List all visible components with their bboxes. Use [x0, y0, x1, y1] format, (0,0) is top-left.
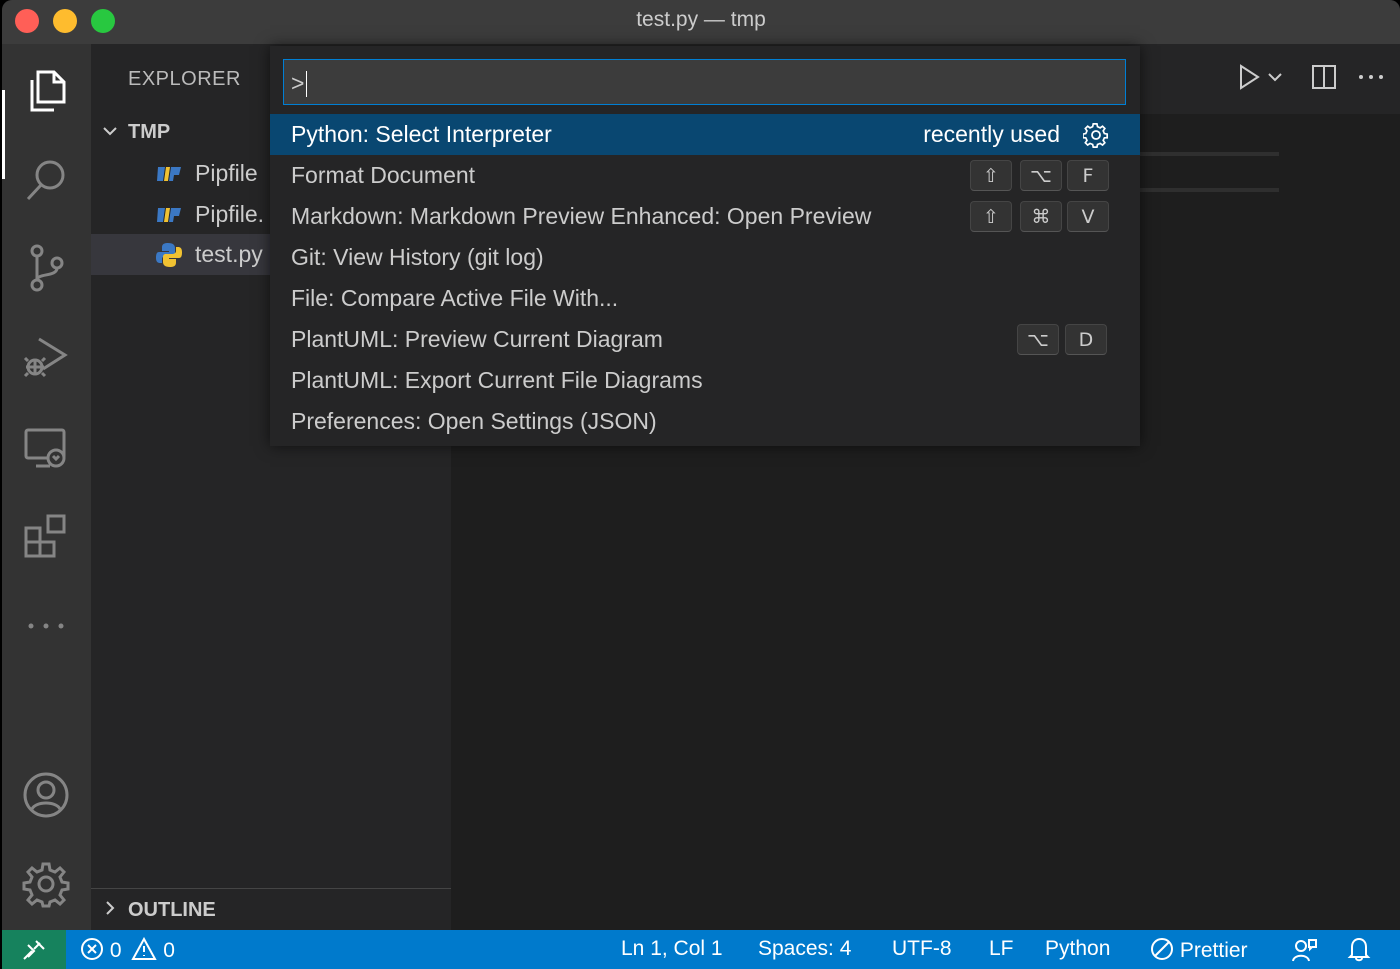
command-label: File: Compare Active File With...	[291, 285, 619, 311]
remote-explorer-icon[interactable]	[18, 420, 74, 476]
command-label: Python: Select Interpreter	[291, 121, 552, 147]
extensions-icon[interactable]	[18, 508, 74, 564]
language-mode[interactable]: Python	[1045, 937, 1110, 961]
outline-label: OUTLINE	[128, 899, 216, 921]
warning-icon	[131, 936, 158, 960]
command-label: Git: View History (git log)	[291, 244, 544, 270]
command-input-value: >	[291, 70, 305, 96]
manage-gear-icon[interactable]	[18, 856, 74, 912]
keybinding-key: D	[1065, 324, 1107, 355]
recently-used-label: recently used	[923, 121, 1060, 147]
problems-indicator[interactable]: 0 0	[80, 936, 175, 963]
command-label: Format Document	[291, 162, 476, 188]
split-editor-icon[interactable]	[1311, 64, 1337, 90]
minimap-line	[1139, 152, 1279, 156]
minimap-line	[1139, 188, 1279, 192]
command-item[interactable]: PlantUML: Export Current File Diagrams	[270, 360, 1140, 401]
command-item[interactable]: Python: Select Interpreter recently used	[270, 114, 1140, 155]
command-item[interactable]: Format Document ⇧ ⌥ F	[270, 155, 1140, 196]
remote-indicator[interactable]	[2, 930, 66, 969]
feedback-icon[interactable]	[1291, 937, 1317, 963]
error-count: 0	[109, 939, 122, 962]
text-caret	[306, 71, 307, 97]
active-indicator	[2, 90, 5, 179]
activity-bar	[2, 44, 91, 930]
pipfile-icon	[157, 167, 181, 181]
command-item[interactable]: Git: View History (git log)	[270, 237, 1140, 278]
command-item[interactable]: PlantUML: Preview Current Diagram ⌥ D	[270, 319, 1140, 360]
file-name: Pipfile	[195, 160, 258, 186]
source-control-icon[interactable]	[18, 240, 74, 296]
cursor-position[interactable]: Ln 1, Col 1	[621, 937, 723, 961]
command-label: Preferences: Open Settings (JSON)	[291, 408, 657, 434]
indentation[interactable]: Spaces: 4	[758, 937, 851, 961]
keybinding-key: ⌥	[1020, 160, 1062, 191]
command-label: PlantUML: Preview Current Diagram	[291, 326, 663, 352]
run-icon[interactable]	[1238, 64, 1260, 90]
more-actions-icon[interactable]	[1358, 74, 1384, 80]
command-palette: > Python: Select Interpreter recently us…	[270, 46, 1140, 446]
file-name: test.py	[195, 241, 263, 267]
chevron-right-icon	[106, 901, 115, 915]
warning-count: 0	[163, 939, 175, 962]
window-title: test.py — tmp	[636, 8, 766, 31]
keybinding-key: ⌘	[1020, 201, 1062, 232]
outline-section[interactable]: OUTLINE	[91, 888, 451, 930]
command-item[interactable]: Preferences: Open Settings (JSON)	[270, 401, 1140, 442]
vscode-window: test.py — tmp EXPLORER TMP Pipfile Pipfi…	[2, 0, 1400, 969]
error-icon	[81, 938, 103, 960]
keybinding-key: ⇧	[970, 201, 1012, 232]
chevron-down-icon[interactable]	[1268, 72, 1282, 82]
explorer-icon[interactable]	[18, 62, 74, 118]
keybinding-key: ⇧	[970, 160, 1012, 191]
prettier-status[interactable]: Prettier	[1150, 937, 1248, 963]
command-label: Markdown: Markdown Preview Enhanced: Ope…	[291, 203, 872, 229]
more-icon[interactable]	[18, 598, 74, 654]
sidebar-title: EXPLORER	[128, 68, 241, 90]
end-of-line[interactable]: LF	[989, 937, 1014, 961]
formatter-label: Prettier	[1179, 939, 1248, 962]
chevron-down-icon	[103, 127, 117, 136]
keybinding-key: ⌥	[1017, 324, 1059, 355]
command-input[interactable]: >	[283, 59, 1126, 105]
status-bar: 0 0 Ln 1, Col 1 Spaces: 4 UTF-8 LF Pytho…	[2, 930, 1400, 969]
file-name: Pipfile.	[195, 201, 265, 227]
python-icon	[156, 243, 182, 267]
keybinding-key: F	[1067, 160, 1109, 191]
title-bar: test.py — tmp	[2, 0, 1400, 44]
accounts-icon[interactable]	[18, 767, 74, 823]
command-item[interactable]: File: Compare Active File With...	[270, 278, 1140, 319]
notifications-bell-icon[interactable]	[1347, 936, 1371, 962]
run-debug-icon[interactable]	[18, 328, 74, 384]
keybinding-key: V	[1067, 201, 1109, 232]
prohibited-icon	[1151, 938, 1173, 960]
search-icon[interactable]	[18, 152, 74, 208]
pipfile-icon	[157, 208, 181, 222]
folder-label: TMP	[128, 121, 171, 143]
command-item[interactable]: Markdown: Markdown Preview Enhanced: Ope…	[270, 196, 1140, 237]
remote-icon	[23, 939, 45, 960]
configure-keybinding-gear-icon[interactable]	[1083, 122, 1109, 148]
encoding[interactable]: UTF-8	[892, 937, 952, 961]
command-label: PlantUML: Export Current File Diagrams	[291, 367, 703, 393]
